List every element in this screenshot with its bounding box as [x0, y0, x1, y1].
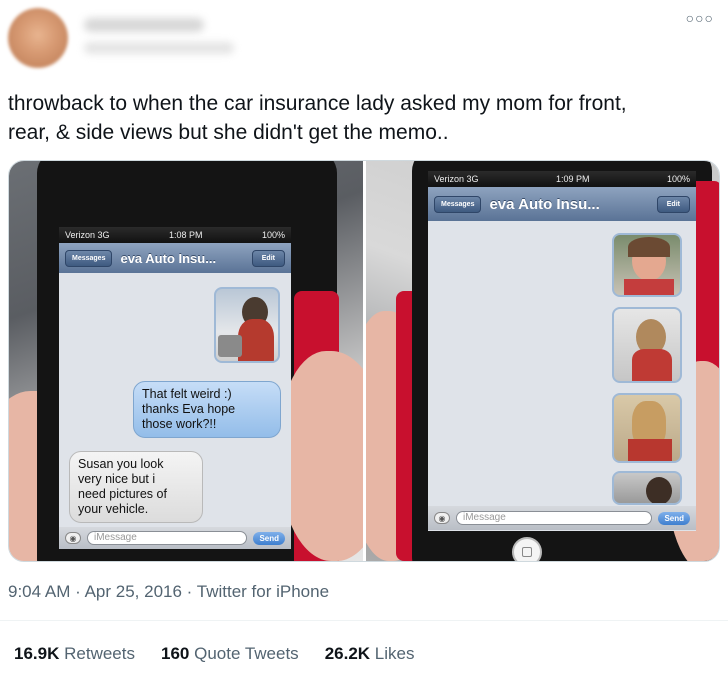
battery: 100% — [666, 174, 690, 184]
timestamp[interactable]: 9:04 AM — [8, 582, 70, 601]
edit-button[interactable]: Edit — [656, 195, 690, 213]
divider — [0, 620, 728, 621]
date[interactable]: Apr 25, 2016 — [85, 582, 182, 601]
stat-quote-tweets[interactable]: 160 Quote Tweets — [161, 644, 299, 664]
camera-icon[interactable]: ◉ — [434, 512, 450, 524]
back-button[interactable]: Messages — [434, 195, 482, 213]
clock: 1:09 PM — [555, 174, 590, 184]
photo-right[interactable]: Verizon 3G 1:09 PM 100% Messages eva Aut… — [366, 161, 719, 561]
received-message[interactable]: Susan you look very nice but i need pict… — [69, 451, 203, 523]
phone-screen-right: Verizon 3G 1:09 PM 100% Messages eva Aut… — [428, 171, 696, 531]
clock: 1:08 PM — [168, 230, 203, 240]
stat-count: 26.2K — [324, 644, 371, 663]
photo-message[interactable] — [612, 471, 682, 505]
status-bar: Verizon 3G 1:08 PM 100% — [59, 227, 291, 243]
stat-retweets[interactable]: 16.9K Retweets — [14, 644, 135, 664]
more-dots-icon[interactable]: ○○○ — [686, 10, 714, 26]
carrier: Verizon 3G — [434, 174, 479, 184]
nav-bar: Messages eva Auto Insu... Edit — [428, 187, 696, 221]
photo-message[interactable] — [214, 287, 280, 363]
avatar[interactable] — [8, 8, 68, 68]
sent-message[interactable]: That felt weird :) thanks Eva hope those… — [133, 381, 281, 438]
stat-count: 16.9K — [14, 644, 60, 663]
tweet: ○○○ throwback to when the car insurance … — [0, 0, 728, 681]
edit-button[interactable]: Edit — [251, 249, 285, 267]
message-input-bar: ◉ iMessage Send — [428, 506, 696, 530]
home-button — [512, 537, 542, 561]
status-bar: Verizon 3G 1:09 PM 100% — [428, 171, 696, 187]
nav-bar: Messages eva Auto Insu... Edit — [59, 243, 291, 273]
imessage-field[interactable]: iMessage — [456, 511, 653, 525]
camera-icon[interactable]: ◉ — [65, 532, 81, 544]
stat-label: Quote Tweets — [194, 644, 299, 663]
stat-label: Likes — [374, 644, 415, 663]
tweet-text: throwback to when the car insurance lady… — [8, 92, 627, 144]
conversation-title: eva Auto Insu... — [489, 195, 600, 213]
carrier: Verizon 3G — [65, 230, 110, 240]
separator: · — [75, 582, 81, 601]
display-name-redacted[interactable] — [84, 18, 204, 32]
back-button[interactable]: Messages — [65, 249, 113, 267]
stat-likes[interactable]: 26.2K Likes — [325, 644, 415, 664]
send-button[interactable]: Send — [658, 511, 690, 525]
photo-message-front[interactable] — [612, 233, 682, 297]
tweet-stats: 16.9K Retweets 160 Quote Tweets 26.2K Li… — [14, 644, 414, 664]
stat-label: Retweets — [64, 644, 135, 663]
message-input-bar: ◉ iMessage Send — [59, 527, 291, 549]
tweet-media[interactable]: Verizon 3G 1:08 PM 100% Messages eva Aut… — [8, 160, 720, 562]
handle-redacted[interactable] — [84, 42, 234, 54]
separator: · — [186, 582, 193, 601]
tweet-meta: 9:04 AM · Apr 25, 2016 · Twitter for iPh… — [8, 582, 329, 602]
imessage-field[interactable]: iMessage — [87, 531, 248, 545]
stat-count: 160 — [160, 644, 190, 663]
source[interactable]: Twitter for iPhone — [197, 582, 329, 601]
send-button[interactable]: Send — [253, 531, 285, 545]
phone-screen-left: Verizon 3G 1:08 PM 100% Messages eva Aut… — [59, 227, 291, 549]
photo-message-side[interactable] — [612, 307, 682, 383]
conversation-title: eva Auto Insu... — [120, 250, 217, 266]
photo-message-rear[interactable] — [612, 393, 682, 463]
battery: 100% — [261, 230, 285, 240]
photo-left[interactable]: Verizon 3G 1:08 PM 100% Messages eva Aut… — [9, 161, 363, 561]
